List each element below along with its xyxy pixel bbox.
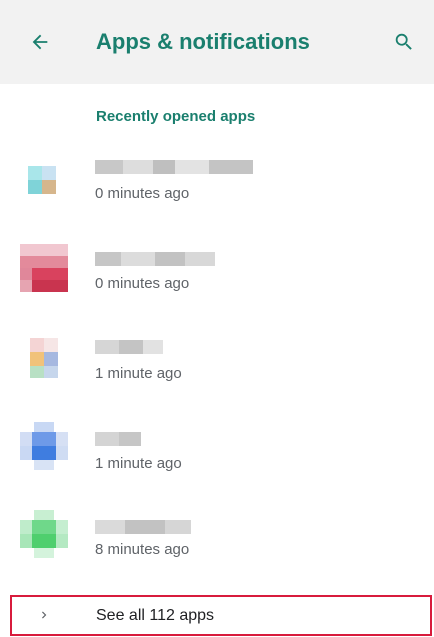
app-icon	[20, 334, 68, 382]
app-name	[95, 432, 143, 446]
app-row[interactable]: 0 minutes ago	[0, 238, 434, 326]
search-button[interactable]	[388, 26, 420, 58]
app-name	[95, 252, 217, 266]
app-icon	[20, 158, 68, 206]
app-row[interactable]: 8 minutes ago	[0, 506, 434, 594]
app-last-opened: 8 minutes ago	[95, 541, 190, 558]
app-row[interactable]: 1 minute ago	[0, 328, 434, 416]
search-icon	[395, 33, 412, 50]
app-row[interactable]: 0 minutes ago	[0, 148, 434, 236]
see-all-apps-label: See all 112 apps	[96, 607, 215, 624]
app-icon	[20, 510, 68, 558]
arrow-back-icon	[32, 34, 48, 50]
see-all-apps-button[interactable]: See all 112 apps	[10, 595, 432, 636]
app-name	[95, 160, 255, 174]
app-last-opened: 0 minutes ago	[95, 185, 190, 202]
app-name	[95, 340, 165, 354]
app-name	[95, 520, 193, 534]
app-icon	[20, 244, 68, 292]
back-button[interactable]	[24, 26, 56, 58]
app-last-opened: 1 minute ago	[95, 455, 182, 472]
chevron-right-icon	[34, 605, 54, 625]
app-bar: Apps & notifications	[0, 0, 434, 84]
recent-apps-header: Recently opened apps	[96, 108, 256, 125]
app-last-opened: 1 minute ago	[95, 365, 182, 382]
app-row[interactable]: 1 minute ago	[0, 418, 434, 506]
app-icon	[20, 422, 68, 470]
page-title: Apps & notifications	[96, 29, 310, 54]
app-last-opened: 0 minutes ago	[95, 275, 190, 292]
